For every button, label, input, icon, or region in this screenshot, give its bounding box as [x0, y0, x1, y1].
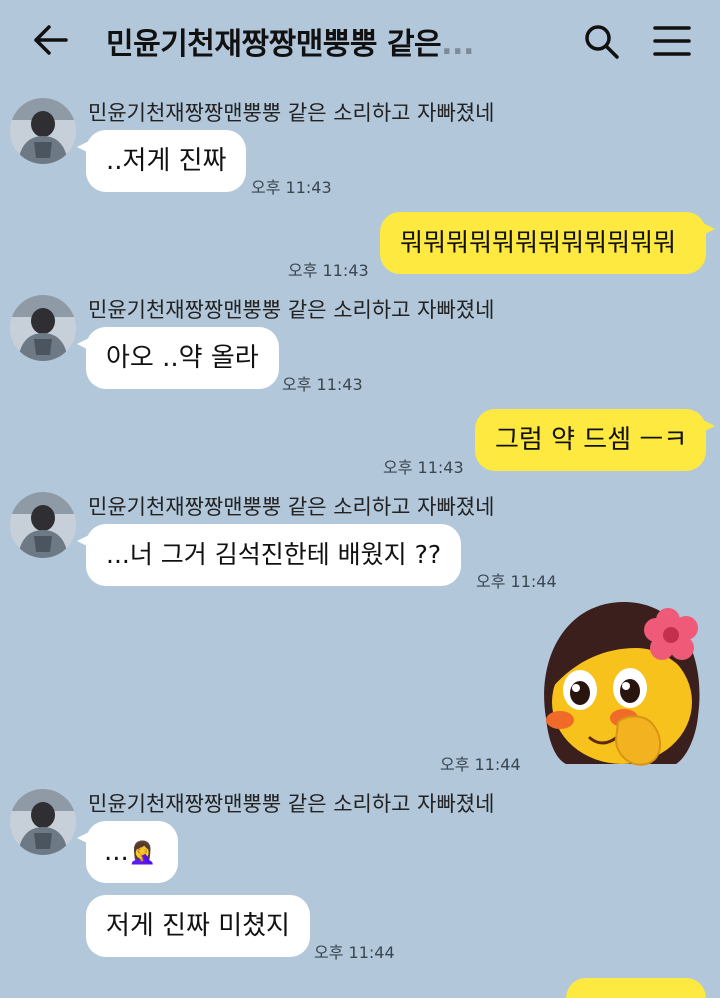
sender-name: 민윤기천재짱짱맨뿡뿡 같은 소리하고 자빠졌네 — [88, 792, 495, 816]
chat-title-text: 민윤기천재짱짱맨뿡뿡 같은 — [106, 27, 442, 62]
message-time: 오후 11:44 — [314, 943, 395, 962]
search-button[interactable] — [582, 22, 622, 62]
sender-name: 민윤기천재짱짱맨뿡뿡 같은 소리하고 자빠졌네 — [88, 298, 495, 322]
message-time: 오후 11:43 — [383, 458, 464, 477]
avatar[interactable] — [10, 295, 76, 361]
avatar[interactable] — [10, 492, 76, 558]
message-bubble[interactable]: 뭐뭐뭐뭐뭐뭐뭐뭐뭐뭐뭐뭐 — [380, 212, 715, 274]
blushing-girl-emoji-sticker — [544, 602, 700, 766]
chat-title: 민윤기천재짱짱맨뿡뿡 같은... — [106, 19, 516, 63]
message-text: ... — [104, 837, 129, 867]
message-bubble[interactable]: ...너 그거 김석진한테 배웠지 ?? — [76, 524, 462, 586]
hamburger-menu-icon — [653, 26, 691, 56]
search-icon — [585, 25, 619, 59]
facepalm-emoji: 🤦‍♀️ — [128, 841, 157, 866]
arrow-left-icon — [34, 25, 68, 55]
message-bubble[interactable]: ...🤦‍♀️ — [77, 821, 178, 883]
message-time: 오후 11:44 — [440, 755, 521, 774]
message-bubble[interactable]: 그럼 약 드셈 ㅡㅋ — [475, 409, 715, 471]
back-button[interactable] — [32, 22, 72, 58]
message-bubble[interactable]: 저게 진짜 미쳤지 — [86, 895, 310, 957]
message-time: 오후 11:43 — [251, 178, 332, 197]
title-ellipsis: ... — [441, 27, 474, 62]
message-bubble-partial[interactable] — [566, 978, 706, 998]
profile-photo — [10, 98, 76, 164]
message-bubble[interactable]: 아오 ..약 올라 — [77, 327, 279, 389]
profile-photo — [10, 492, 76, 558]
message-time: 오후 11:44 — [476, 572, 557, 591]
avatar[interactable] — [10, 98, 76, 164]
message-bubble[interactable]: ..저게 진짜 — [76, 130, 247, 192]
avatar[interactable] — [10, 789, 76, 855]
profile-photo — [10, 789, 76, 855]
message-time: 오후 11:43 — [288, 261, 369, 280]
sender-name: 민윤기천재짱짱맨뿡뿡 같은 소리하고 자빠졌네 — [88, 495, 495, 519]
sender-name: 민윤기천재짱짱맨뿡뿡 같은 소리하고 자빠졌네 — [88, 101, 495, 125]
emoji-sticker[interactable] — [536, 598, 708, 768]
chat-header: 민윤기천재짱짱맨뿡뿡 같은... — [0, 0, 720, 82]
menu-button[interactable] — [652, 24, 692, 58]
profile-photo — [10, 295, 76, 361]
message-time: 오후 11:43 — [282, 375, 363, 394]
